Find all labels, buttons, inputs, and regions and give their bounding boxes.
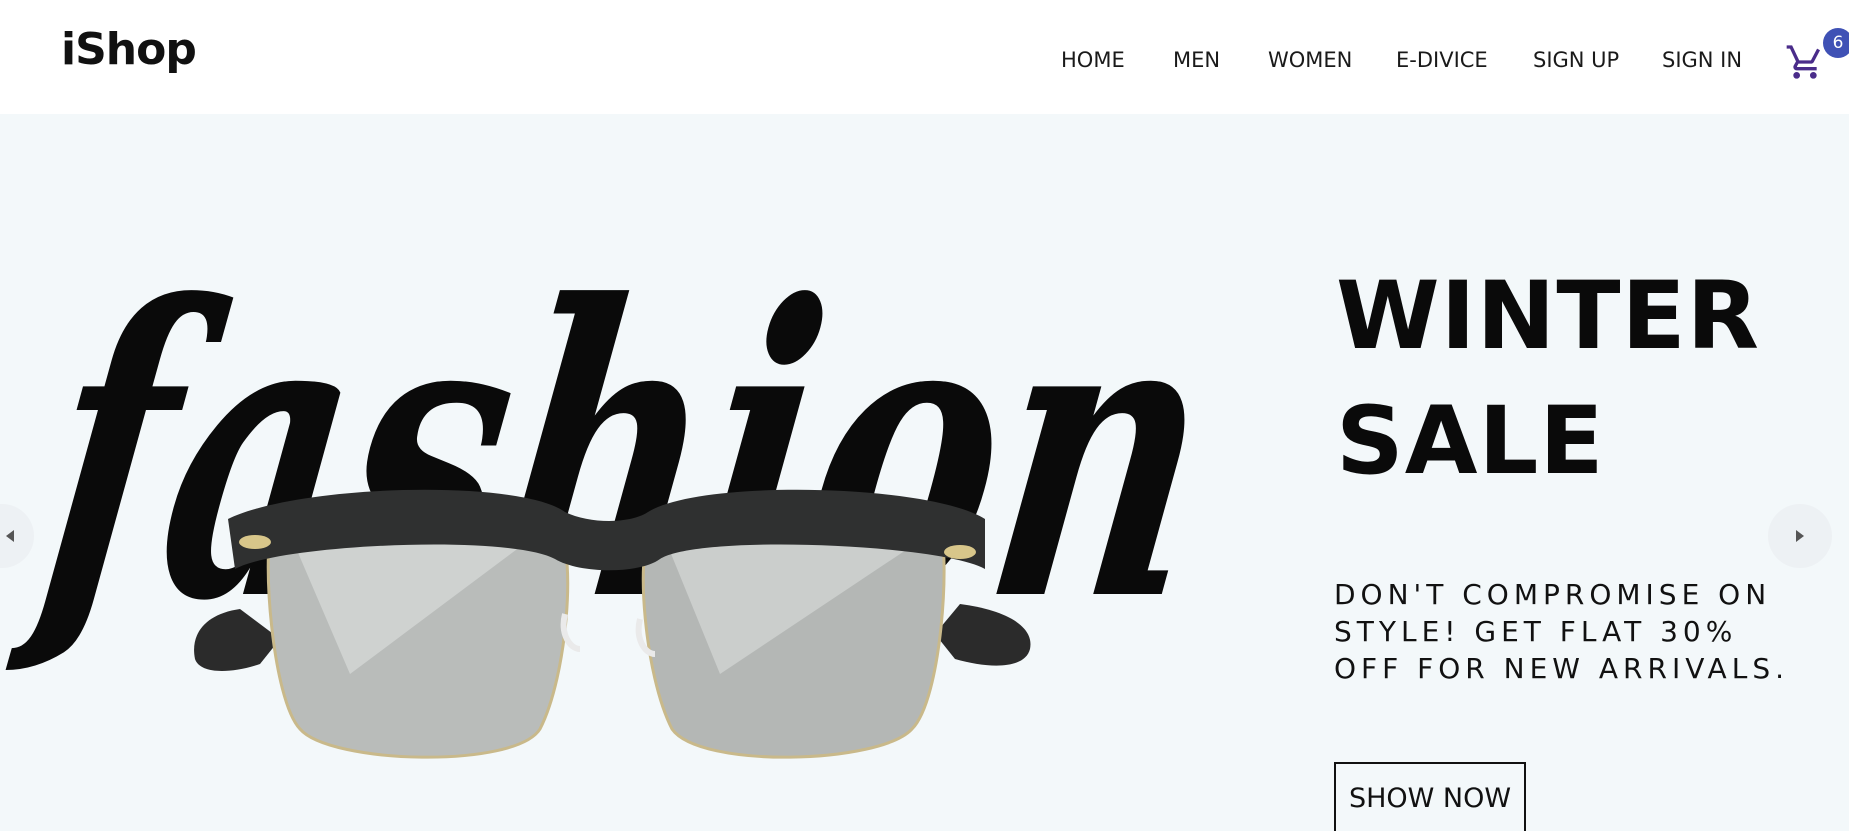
nav-home[interactable]: HOME — [1061, 48, 1125, 72]
show-now-button[interactable]: SHOW NOW — [1334, 762, 1526, 831]
site-header: iShop HOME MEN WOMEN E-DIVICE SIGN UP SI… — [0, 0, 1849, 114]
caret-left-icon — [6, 530, 14, 542]
fashion-sunglasses-image: fashion — [2, 219, 1235, 759]
hero-headline: WINTER SALE — [1336, 254, 1760, 504]
cart-icon — [1786, 45, 1820, 79]
cart-count-badge: 6 — [1823, 28, 1849, 58]
carousel-next-button[interactable] — [1768, 504, 1832, 568]
cart-button[interactable] — [1785, 42, 1825, 82]
nav-sign-up[interactable]: SIGN UP — [1533, 48, 1619, 72]
hero-subtext: DON'T COMPROMISE ON STYLE! GET FLAT 30% … — [1334, 578, 1789, 685]
nav-men[interactable]: MEN — [1173, 48, 1220, 72]
nav-sign-in[interactable]: SIGN IN — [1662, 48, 1742, 72]
nav-e-divice[interactable]: E-DIVICE — [1396, 48, 1488, 72]
headline-line-1: WINTER — [1336, 262, 1761, 371]
nav-women[interactable]: WOMEN — [1268, 48, 1352, 72]
svg-text:fashion: fashion — [2, 219, 1235, 689]
site-logo[interactable]: iShop — [61, 24, 197, 75]
hero-banner: fashion WINTER SALE DON'T COMPROMISE ON … — [0, 114, 1849, 831]
headline-line-2: SALE — [1336, 387, 1605, 496]
caret-right-icon — [1796, 530, 1804, 542]
